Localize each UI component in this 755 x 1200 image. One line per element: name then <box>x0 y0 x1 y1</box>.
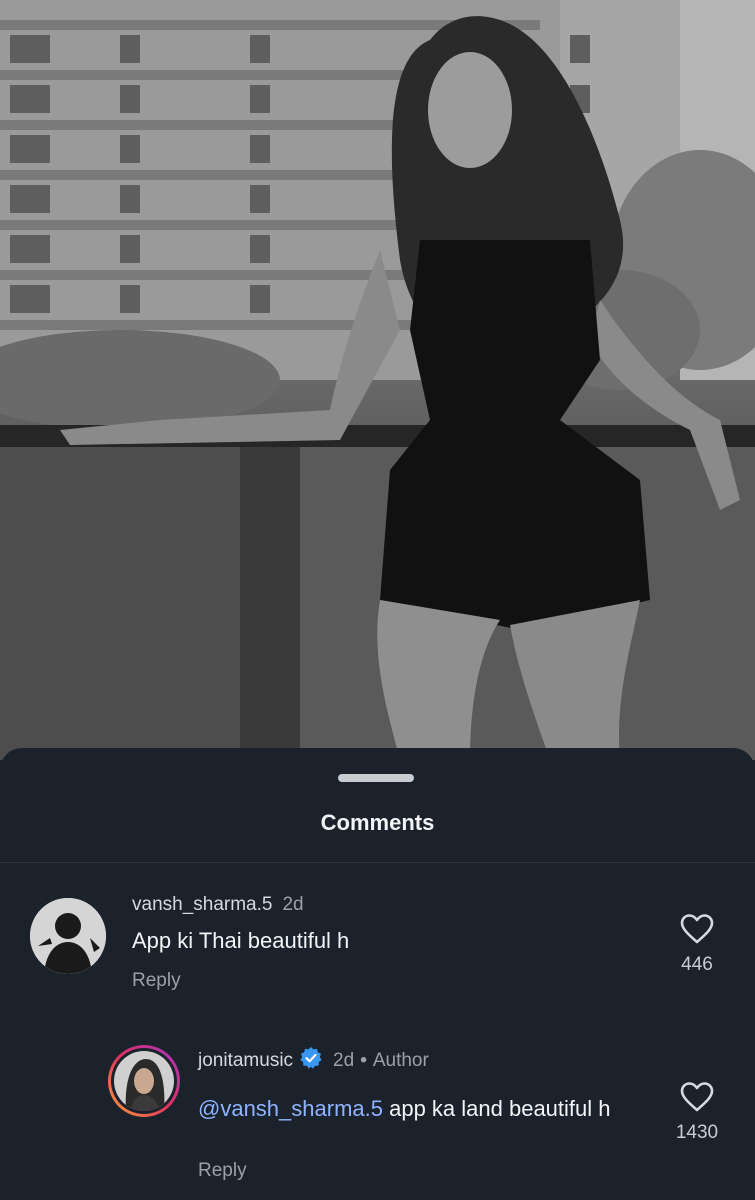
post-photo <box>0 0 755 760</box>
avatar[interactable] <box>30 898 106 974</box>
comment-username[interactable]: jonitamusic <box>198 1050 293 1071</box>
comment-text-container: @vansh_sharma.5 app ka land beautiful h <box>198 1094 638 1124</box>
reply-button[interactable]: Reply <box>198 1160 247 1182</box>
comment-username[interactable]: vansh_sharma.5 <box>132 894 272 915</box>
photo-illustration <box>0 0 755 760</box>
comment-time: 2d <box>333 1050 355 1071</box>
comment-text: App ki Thai beautiful h <box>132 928 350 953</box>
sheet-title: Comments <box>320 810 435 835</box>
comment-meta: jonitamusic 2d • Author <box>198 1046 429 1072</box>
user-avatar-icon <box>114 1051 174 1111</box>
separator-dot: • <box>360 1050 367 1071</box>
sheet-drag-handle[interactable] <box>338 774 414 782</box>
heart-icon[interactable] <box>680 1082 714 1112</box>
like-count: 446 <box>681 954 713 975</box>
mention-link[interactable]: @vansh_sharma.5 <box>198 1096 383 1121</box>
reply-button[interactable]: Reply <box>132 970 181 992</box>
like-group: 446 <box>673 914 721 976</box>
comment-meta: vansh_sharma.5 2d <box>132 894 304 916</box>
like-count: 1430 <box>675 1122 719 1143</box>
like-group: 1430 <box>673 1082 721 1144</box>
comment-reply-item: jonitamusic 2d • Author @vansh_sharma.5 ap… <box>0 1040 755 1190</box>
comments-sheet: Comments vansh_sharma.5 2d App ki Thai be… <box>0 748 755 1200</box>
divider <box>0 862 755 863</box>
heart-icon[interactable] <box>680 914 714 944</box>
verified-badge-icon <box>300 1047 322 1069</box>
comment-time: 2d <box>282 894 304 915</box>
author-badge: Author <box>372 1050 429 1071</box>
comment-item: vansh_sharma.5 2d App ki Thai beautiful h… <box>0 888 755 1008</box>
comment-text: app ka land beautiful h <box>382 1096 611 1121</box>
avatar[interactable] <box>108 1045 180 1117</box>
user-avatar-icon <box>30 898 106 974</box>
